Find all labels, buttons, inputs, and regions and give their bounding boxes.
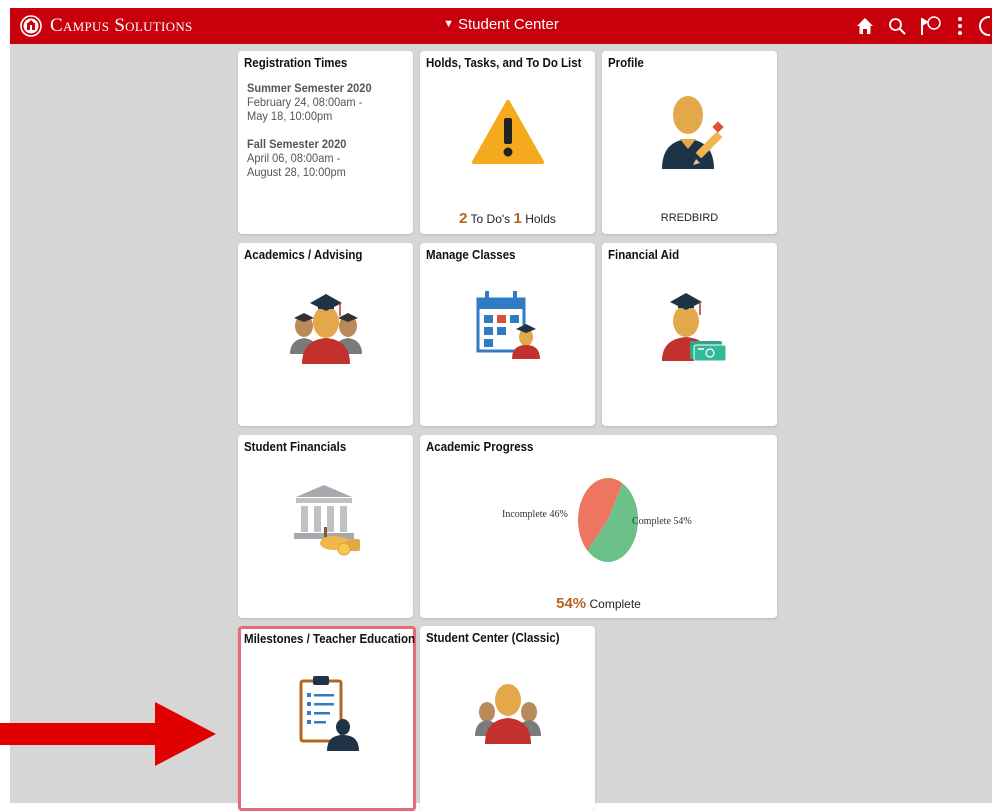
tile-title: Profile [608,56,644,70]
holds-label: Holds [525,212,556,226]
term-start: February 24, 08:00am - [247,95,363,109]
navbar-icon[interactable] [978,12,990,40]
top-banner: Campus Solutions ▼ Student Center [10,8,992,44]
tile-profile[interactable]: Profile RREDBIRD [602,51,777,234]
tile-registration-times[interactable]: Registration Times Summer Semester 2020 … [238,51,413,234]
term-fall: Fall Semester 2020 April 06, 08:00am - A… [247,137,346,179]
progress-summary: 54% Complete [420,595,777,612]
profile-edit-icon [661,96,724,169]
clipboard-person-icon [299,676,359,751]
tile-student-center-classic[interactable]: Student Center (Classic) [420,626,595,811]
profile-username: RREDBIRD [660,212,719,224]
incomplete-label: Incomplete 46% [502,509,568,520]
term-end: August 28, 10:00pm [247,165,346,179]
page-title-text: Student Center [457,16,559,33]
page-title[interactable]: ▼ Student Center [10,16,992,33]
tile-title: Academics / Advising [244,248,363,262]
graduates-icon [289,294,362,364]
warning-icon [471,100,544,164]
arrow-pointer-icon [0,702,216,766]
progress-percent: 54% [556,595,587,612]
calendar-student-icon [476,291,540,359]
term-name: Fall Semester 2020 [247,137,347,151]
tile-title: Manage Classes [426,248,516,262]
search-icon[interactable] [888,12,906,40]
holds-summary: 2 To Do's 1 Holds [420,210,595,227]
student-avatar-icon [474,684,541,744]
todos-count: 2 [459,210,468,227]
complete-label: Complete 54% [632,516,692,527]
tile-manage-classes[interactable]: Manage Classes [420,243,595,426]
home-icon[interactable] [856,12,874,40]
holds-count: 1 [513,210,522,227]
graduate-money-icon [661,293,726,362]
progress-percent-label: Complete [589,597,641,611]
tile-title: Financial Aid [608,248,680,262]
tile-title: Milestones / Teacher Education [244,632,416,646]
tile-student-financials[interactable]: Student Financials [238,435,413,618]
homepage-content: Registration Times Summer Semester 2020 … [10,44,992,811]
tile-holds-tasks[interactable]: Holds, Tasks, and To Do List 2 To Do's 1… [420,51,595,234]
progress-pie-chart [578,478,638,562]
chevron-down-icon: ▼ [443,18,454,30]
tile-title: Student Financials [244,440,347,454]
tile-financial-aid[interactable]: Financial Aid [602,243,777,426]
bank-money-icon [293,485,360,556]
todos-label: To Do's [470,212,511,226]
tile-title: Academic Progress [426,440,534,454]
tile-milestones-teacher-education[interactable]: Milestones / Teacher Education [238,626,416,811]
tile-academics-advising[interactable]: Academics / Advising [238,243,413,426]
term-end: May 18, 10:00pm [247,109,333,123]
term-name: Summer Semester 2020 [247,81,372,95]
tile-academic-progress[interactable]: Academic Progress Incomplete 46% Complet… [420,435,777,618]
term-summer: Summer Semester 2020 February 24, 08:00a… [247,81,372,123]
tile-title: Holds, Tasks, and To Do List [426,56,582,70]
notifications-flag-icon[interactable] [920,12,942,40]
actions-menu-icon[interactable] [956,12,964,40]
tile-title: Student Center (Classic) [426,631,560,645]
term-start: April 06, 08:00am - [247,151,341,165]
tile-title: Registration Times [244,56,348,70]
